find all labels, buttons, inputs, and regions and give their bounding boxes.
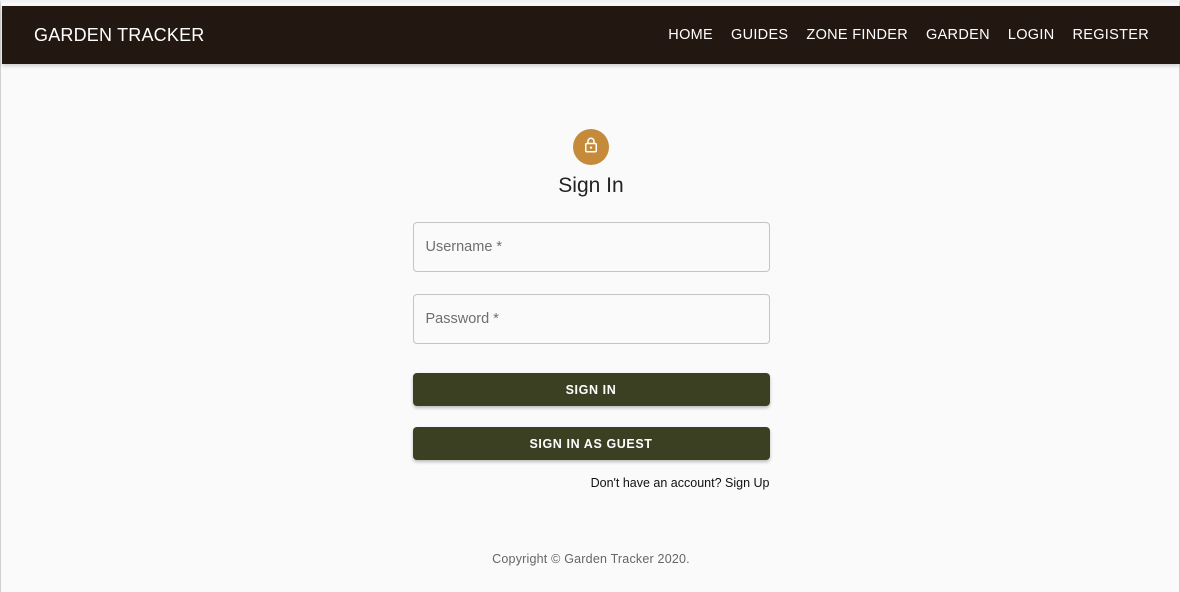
- signin-panel: Sign In SIGN IN SIGN IN AS GUEST Don't h…: [1, 64, 1180, 566]
- password-field[interactable]: [412, 294, 770, 344]
- page-title: Sign In: [558, 174, 624, 197]
- app-frame: GARDEN TRACKER HOME GUIDES ZONE FINDER G…: [0, 0, 1180, 592]
- nav-home-link[interactable]: HOME: [668, 27, 713, 43]
- sign-up-link[interactable]: Don't have an account? Sign Up: [591, 476, 770, 490]
- signup-row: Don't have an account? Sign Up: [413, 476, 770, 490]
- nav-links: HOME GUIDES ZONE FINDER GARDEN LOGIN REG…: [668, 27, 1149, 43]
- username-input[interactable]: [425, 239, 757, 255]
- lock-icon: [582, 136, 600, 159]
- lock-avatar: [573, 129, 609, 165]
- brand-logo-link[interactable]: GARDEN TRACKER: [34, 25, 205, 46]
- sign-in-as-guest-button[interactable]: SIGN IN AS GUEST: [412, 427, 770, 460]
- nav-login-link[interactable]: LOGIN: [1008, 27, 1055, 43]
- password-input[interactable]: [425, 311, 757, 327]
- sign-in-button[interactable]: SIGN IN: [412, 373, 770, 406]
- nav-garden-link[interactable]: GARDEN: [926, 27, 990, 43]
- nav-register-link[interactable]: REGISTER: [1072, 27, 1149, 43]
- nav-zone-finder-link[interactable]: ZONE FINDER: [806, 27, 908, 43]
- copyright-text: Copyright © Garden Tracker 2020.: [492, 552, 690, 566]
- username-field[interactable]: [412, 222, 770, 272]
- top-navbar: GARDEN TRACKER HOME GUIDES ZONE FINDER G…: [2, 6, 1180, 64]
- nav-guides-link[interactable]: GUIDES: [731, 27, 788, 43]
